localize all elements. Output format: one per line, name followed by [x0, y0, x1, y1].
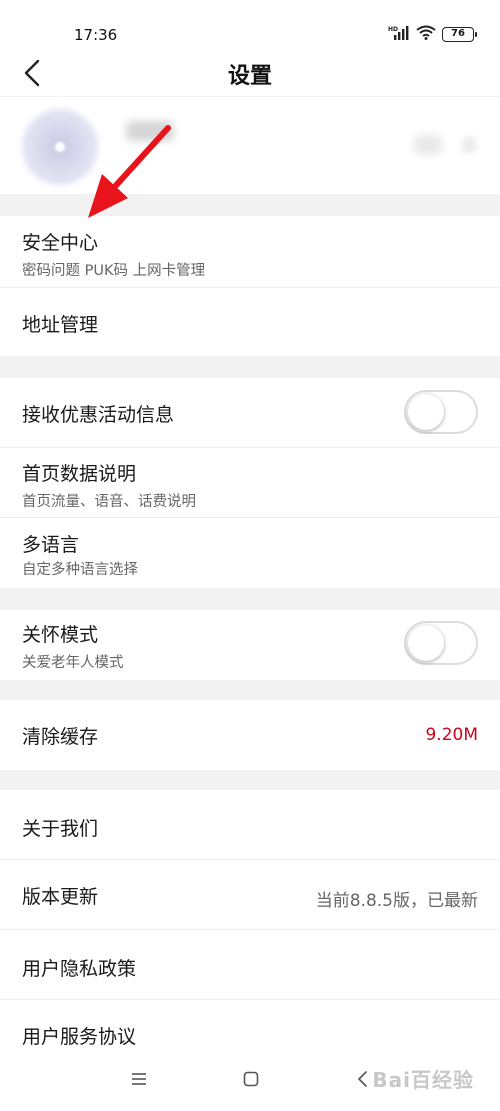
page-title: 设置 [227, 64, 272, 89]
watermark-logo: Bai百经验 [372, 1068, 474, 1092]
language-row[interactable]: 多语言 自定多种语言选择 [0, 518, 500, 588]
status-bar: 17:36 HD 76 [0, 0, 500, 50]
battery-icon: 76 [442, 27, 477, 42]
section-divider [0, 194, 500, 216]
profile-chevron-blurred [462, 137, 476, 153]
row-subtitle: 首页流量、语音、话费说明 [22, 494, 196, 510]
row-subtitle: 自定多种语言选择 [22, 562, 138, 578]
row-subtitle: 密码问题 PUK码 上网卡管理 [22, 263, 206, 279]
menu-icon[interactable] [124, 1064, 154, 1094]
system-nav-bar: Bai百经验 [0, 1052, 500, 1111]
version-status-value: 当前8.8.5版，已最新 [315, 891, 478, 911]
svg-text:HD: HD [388, 26, 398, 33]
promo-info-row: 接收优惠活动信息 [0, 378, 500, 448]
avatar-center-dot [55, 142, 65, 152]
care-mode-toggle[interactable] [404, 621, 478, 665]
wifi-icon [416, 25, 436, 44]
row-title: 清除缓存 [22, 726, 99, 748]
home-icon[interactable] [236, 1064, 266, 1094]
clear-cache-row[interactable]: 清除缓存 9.20M [0, 700, 500, 770]
section-divider [0, 770, 500, 790]
row-title: 关于我们 [22, 818, 99, 840]
nav-bar: 设置 [0, 50, 500, 96]
row-title: 关怀模式 [22, 624, 99, 646]
row-title: 版本更新 [22, 886, 99, 908]
about-us-row[interactable]: 关于我们 [0, 790, 500, 860]
toggle-knob [408, 625, 444, 661]
service-agreement-row[interactable]: 用户服务协议 [0, 1000, 500, 1052]
row-title: 安全中心 [22, 232, 99, 254]
row-title: 首页数据说明 [22, 463, 137, 485]
home-data-row[interactable]: 首页数据说明 首页流量、语音、话费说明 [0, 448, 500, 518]
profile-name-blurred [126, 121, 174, 141]
section-divider [0, 356, 500, 378]
version-update-row[interactable]: 版本更新 当前8.8.5版，已最新 [0, 860, 500, 930]
security-center-row[interactable]: 安全中心 密码问题 PUK码 上网卡管理 [0, 216, 500, 288]
address-management-row[interactable]: 地址管理 [0, 288, 500, 356]
row-title: 地址管理 [22, 314, 99, 336]
row-title: 用户服务协议 [22, 1026, 137, 1048]
profile-card[interactable] [0, 96, 500, 194]
row-title: 用户隐私政策 [22, 958, 137, 980]
status-icons: HD 76 [388, 25, 477, 44]
toggle-knob [408, 394, 444, 430]
section-divider [0, 588, 500, 610]
signal-icon: HD [388, 25, 410, 44]
row-title: 接收优惠活动信息 [22, 404, 175, 426]
privacy-policy-row[interactable]: 用户隐私政策 [0, 930, 500, 1000]
cache-size-value: 9.20M [425, 725, 478, 745]
profile-right-blurred [414, 135, 442, 155]
status-time: 17:36 [74, 26, 118, 44]
row-title: 多语言 [22, 534, 80, 556]
promo-toggle[interactable] [404, 390, 478, 434]
row-subtitle: 关爱老年人模式 [22, 655, 124, 671]
section-divider [0, 680, 500, 700]
care-mode-row: 关怀模式 关爱老年人模式 [0, 610, 500, 680]
